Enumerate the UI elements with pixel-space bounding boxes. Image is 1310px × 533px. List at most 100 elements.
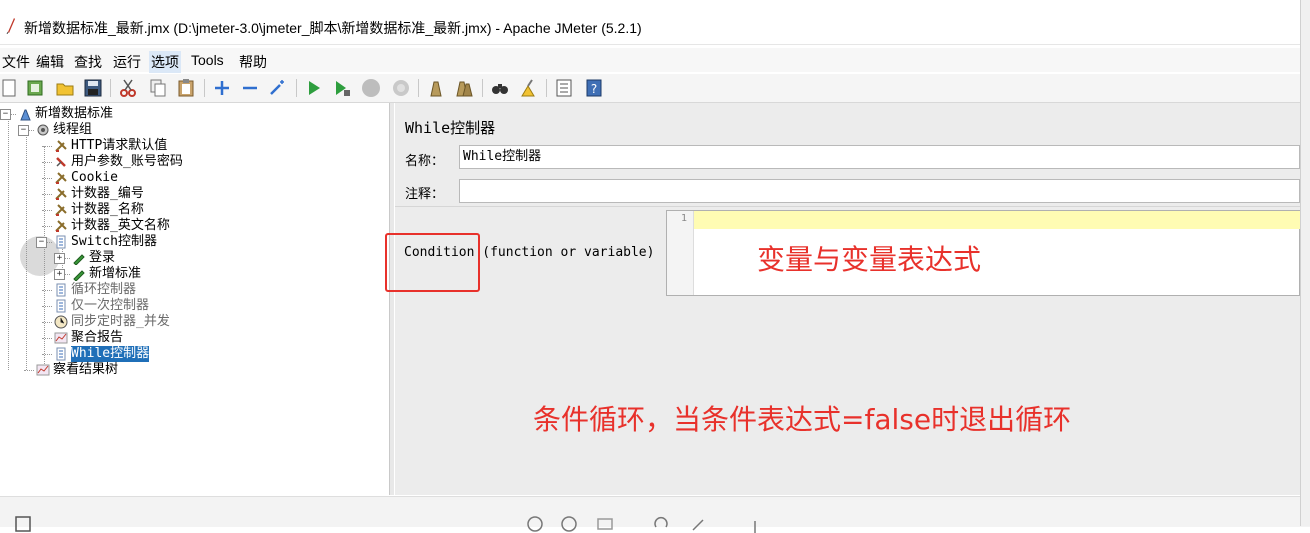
config-wrench-icon xyxy=(55,172,67,184)
tree-node[interactable]: 计数器_编号 xyxy=(71,186,144,202)
tree-connector xyxy=(42,354,52,355)
crop-icon[interactable] xyxy=(746,515,764,533)
controller-icon xyxy=(56,235,66,249)
tree-connector xyxy=(42,290,52,291)
rotate-icon[interactable] xyxy=(652,515,670,533)
listener-graph-icon xyxy=(36,364,50,376)
tree-node[interactable]: 循环控制器 xyxy=(71,282,136,298)
open-icon[interactable] xyxy=(55,78,75,98)
tree-connector xyxy=(24,370,34,371)
window-title: 新增数据标准_最新.jmx (D:\jmeter-3.0\jmeter_脚本\新… xyxy=(24,20,642,36)
comment-field[interactable] xyxy=(459,179,1300,203)
menu-edit[interactable]: 编辑 xyxy=(34,51,66,73)
toolbar-separator xyxy=(546,79,547,97)
tree-guide-line xyxy=(8,114,9,370)
controller-icon xyxy=(56,299,66,313)
tree-node[interactable]: While控制器 xyxy=(69,345,151,363)
config-wrench-icon xyxy=(55,204,67,216)
toolbar-separator xyxy=(296,79,297,97)
window-right-edge xyxy=(1300,0,1310,526)
timer-icon xyxy=(54,315,68,329)
clear-icon[interactable] xyxy=(426,78,446,98)
templates-icon[interactable] xyxy=(25,78,45,98)
comment-label: 注释： xyxy=(405,187,445,202)
menu-tools[interactable]: Tools xyxy=(189,51,226,69)
zoom-out-icon[interactable] xyxy=(560,515,578,533)
tree-node[interactable]: 计数器_英文名称 xyxy=(71,218,170,234)
checkbox-icon[interactable] xyxy=(14,515,32,533)
paste-icon[interactable] xyxy=(176,78,196,98)
start-icon[interactable] xyxy=(304,78,324,98)
editor-line-number: 1 xyxy=(680,213,687,224)
window-titlebar: 新增数据标准_最新.jmx (D:\jmeter-3.0\jmeter_脚本\新… xyxy=(0,0,1300,45)
tree-node[interactable]: Cookie xyxy=(71,170,118,186)
sampler-pencil-icon xyxy=(73,270,85,281)
toolbar-separator xyxy=(110,79,111,97)
clear-all-icon[interactable] xyxy=(454,78,474,98)
tree-node[interactable]: 用户参数_账号密码 xyxy=(71,154,183,170)
tree-expand-toggle[interactable]: + xyxy=(54,253,65,264)
toolbar-separator xyxy=(482,79,483,97)
menu-search[interactable]: 查找 xyxy=(72,51,104,73)
tree-node[interactable]: 察看结果树 xyxy=(53,362,118,378)
tree-connector xyxy=(42,162,52,163)
tree-node[interactable]: 仅一次控制器 xyxy=(71,298,149,314)
tree-collapse-toggle[interactable]: − xyxy=(0,109,11,120)
test-plan-tree: − 新增数据标准 − 线程组 HTTP请求默认值 用户参数_账号密码 Cookie 计数器_编… xyxy=(0,103,390,495)
start-no-pause-icon[interactable] xyxy=(332,78,352,98)
search-icon[interactable] xyxy=(490,78,510,98)
shutdown-icon[interactable] xyxy=(391,78,411,98)
tree-connector xyxy=(42,322,52,323)
cut-icon[interactable] xyxy=(118,78,138,98)
thread-group-icon xyxy=(37,124,49,136)
controller-icon xyxy=(56,347,66,361)
config-wrench-icon xyxy=(55,220,67,232)
panel-title: While控制器 xyxy=(405,119,496,137)
reset-search-icon[interactable] xyxy=(518,78,538,98)
tree-node[interactable]: HTTP请求默认值 xyxy=(71,138,167,154)
toolbar: ? xyxy=(0,74,1300,103)
annotation-editor-note: 变量与变量表达式 xyxy=(757,243,982,276)
menu-options[interactable]: 选项 xyxy=(149,51,181,73)
name-label: 名称： xyxy=(405,154,445,169)
controller-icon xyxy=(56,283,66,297)
tree-node[interactable]: 计数器_名称 xyxy=(71,202,144,218)
listener-graph-icon xyxy=(54,332,68,344)
tree-node[interactable]: 同步定时器_并发 xyxy=(71,314,170,330)
tree-node[interactable]: Switch控制器 xyxy=(71,234,157,250)
pen-icon[interactable] xyxy=(690,515,708,533)
expand-icon[interactable] xyxy=(212,78,232,98)
fit-icon[interactable] xyxy=(596,515,614,533)
tree-collapse-toggle[interactable]: − xyxy=(18,125,29,136)
tree-node[interactable]: 线程组 xyxy=(53,122,92,138)
tree-collapse-toggle[interactable]: − xyxy=(36,237,47,248)
jmeter-feather-icon xyxy=(6,18,15,34)
toolbar-separator xyxy=(204,79,205,97)
config-wrench-icon xyxy=(55,188,67,200)
tree-node[interactable]: 新增标准 xyxy=(89,266,141,282)
name-field[interactable]: While控制器 xyxy=(459,145,1300,169)
tree-node[interactable]: 登录 xyxy=(89,250,115,266)
stop-icon[interactable] xyxy=(361,78,381,98)
split-pane-divider[interactable] xyxy=(390,103,394,495)
preprocessor-icon xyxy=(56,157,66,167)
menu-help[interactable]: 帮助 xyxy=(237,51,269,73)
tree-expand-toggle[interactable]: + xyxy=(54,269,65,280)
toolbar-separator xyxy=(418,79,419,97)
menu-run[interactable]: 运行 xyxy=(111,51,143,73)
sampler-pencil-icon xyxy=(73,254,85,265)
toggle-icon[interactable] xyxy=(268,78,288,98)
menu-bar: 文件 编辑 查找 运行 选项 Tools 帮助 xyxy=(0,48,1300,73)
copy-icon[interactable] xyxy=(148,78,168,98)
new-icon[interactable] xyxy=(0,78,20,98)
collapse-icon[interactable] xyxy=(240,78,260,98)
help-icon[interactable]: ? xyxy=(584,78,604,98)
zoom-in-icon[interactable] xyxy=(526,515,544,533)
tree-connector xyxy=(42,146,52,147)
editor-current-line[interactable] xyxy=(694,211,1300,229)
tree-node[interactable]: 聚合报告 xyxy=(71,330,123,346)
function-helper-icon[interactable] xyxy=(554,78,574,98)
tree-node[interactable]: 新增数据标准 xyxy=(35,106,113,122)
menu-file[interactable]: 文件 xyxy=(0,51,32,73)
save-icon[interactable] xyxy=(83,78,103,98)
